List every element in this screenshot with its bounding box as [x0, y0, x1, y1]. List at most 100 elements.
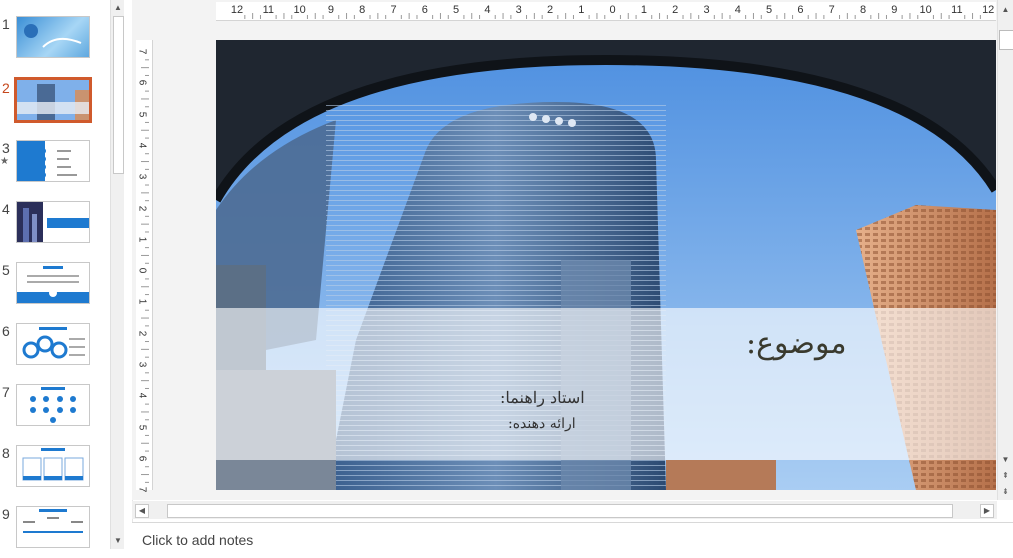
ruler-number: 8 [359, 4, 366, 16]
ruler-number: 6 [136, 455, 148, 462]
slide-thumbnail-5[interactable]: 5 [0, 262, 110, 314]
icon-grid-image [30, 387, 76, 423]
slide-number: 6 [2, 323, 10, 339]
ruler-number: 4 [484, 4, 491, 16]
notes-placeholder[interactable]: Click to add notes [142, 532, 253, 548]
scroll-up-icon[interactable]: ▲ [1000, 4, 1011, 15]
slide-number: 3 [2, 140, 10, 156]
ruler-number: 5 [136, 424, 148, 430]
ruler-number: 11 [951, 4, 963, 16]
slide-preview [16, 323, 90, 365]
ruler-number: 11 [262, 4, 275, 16]
infographic-image [22, 327, 85, 359]
ruler-number: 5 [766, 4, 773, 16]
slide-preview [14, 77, 92, 123]
scroll-left-icon[interactable]: ◀ [135, 504, 149, 518]
scroll-up-icon[interactable]: ▲ [113, 2, 123, 14]
slide-number: 2 [2, 80, 10, 96]
slide-horizontal-scrollbar[interactable]: ◀ ▶ [132, 501, 997, 519]
slide-thumbnail-2[interactable]: 2 [0, 77, 110, 132]
ruler-number: 4 [136, 393, 148, 399]
ruler-number: 0 [609, 4, 616, 16]
section-layout-image [17, 202, 89, 242]
list-layout-image [17, 141, 77, 181]
ruler-number: 2 [136, 205, 148, 211]
ruler-number: 5 [136, 111, 148, 117]
horizontal-ruler[interactable]: 12 11 10 9 8 7 6 5 4 3 2 1 0 1 2 3 4 5 6 7 8 9 10 11 12 [216, 2, 996, 21]
slide-thumbnail-8[interactable]: 8 [0, 445, 110, 497]
slide-preview [16, 201, 90, 243]
ruler-number: 2 [136, 330, 148, 336]
slide-thumbnail-pane: 1 2 3 ★ 4 5 6 7 8 9 [0, 0, 110, 549]
scrollbar-thumb[interactable] [113, 16, 124, 174]
ruler-number: 8 [859, 4, 867, 16]
ruler-number: 7 [136, 48, 148, 55]
timeline-image [23, 509, 83, 533]
ruler-number: 5 [453, 4, 460, 16]
animation-star-icon: ★ [0, 156, 9, 167]
scroll-down-icon[interactable]: ▼ [1000, 454, 1011, 465]
notes-pane[interactable]: Click to add notes [132, 522, 1013, 550]
slide-thumbnail-1[interactable]: 1 [0, 16, 110, 68]
ruler-number: 6 [797, 4, 804, 16]
previous-slide-icon[interactable]: ⇞ [1000, 470, 1011, 481]
slide-canvas[interactable]: موضوع: استاد راهنما: ارائه دهنده: [216, 40, 996, 490]
slide-preview [16, 140, 90, 182]
ruler-number: 2 [672, 4, 679, 16]
ruler-number: 1 [136, 236, 148, 243]
scrollbar-thumb[interactable] [999, 30, 1013, 50]
slide-preview [16, 16, 90, 58]
slide-thumbnail-3[interactable]: 3 ★ [0, 140, 110, 192]
ruler-number: 10 [293, 4, 306, 16]
ruler-number: 1 [640, 4, 647, 16]
slide-preview [16, 262, 90, 304]
vertical-ruler[interactable]: 7 6 5 4 3 2 1 0 1 2 3 4 5 6 7 [136, 40, 153, 493]
ruler-number: 12 [982, 4, 995, 16]
slide-preview [16, 445, 90, 487]
ruler-number: 6 [136, 80, 148, 86]
three-columns-image [22, 448, 84, 481]
ruler-number: 7 [828, 4, 835, 16]
ruler-number: 9 [891, 4, 898, 16]
ruler-number: 3 [136, 173, 148, 180]
slide-preview [16, 384, 90, 426]
slide-thumbnail-4[interactable]: 4 [0, 201, 110, 253]
slide-thumbnail-7[interactable]: 7 [0, 384, 110, 436]
slide-number: 4 [2, 201, 10, 217]
ruler-number: 4 [136, 142, 148, 149]
supervisor-label[interactable]: استاد راهنما: [500, 388, 585, 407]
ruler-number: 0 [136, 267, 148, 274]
ruler-number: 1 [578, 4, 585, 16]
ruler-ticks [141, 59, 149, 483]
ruler-number: 6 [421, 4, 428, 16]
slide-thumbnail-6[interactable]: 6 [0, 323, 110, 375]
content-layout-image [17, 266, 89, 303]
slide-title[interactable]: موضوع: [746, 326, 847, 361]
slide-number: 7 [2, 384, 10, 400]
thumbnail-scrollbar[interactable]: ▲ ▼ [110, 0, 125, 549]
ruler-number: 3 [703, 4, 710, 16]
ruler-number: 7 [136, 486, 148, 493]
slide-number: 9 [2, 506, 10, 522]
presenter-label[interactable]: ارائه دهنده: [508, 416, 576, 432]
ruler-number: 12 [230, 4, 244, 16]
ruler-number: 7 [390, 4, 397, 16]
scroll-right-icon[interactable]: ▶ [980, 504, 994, 518]
title-band [216, 308, 996, 460]
slide-number: 8 [2, 445, 10, 461]
ruler-number: 4 [734, 4, 741, 16]
slide-vertical-scrollbar[interactable]: ▲ ▼ ⇞ ⇟ [997, 0, 1013, 500]
ruler-number: 3 [136, 361, 148, 368]
scrollbar-thumb[interactable] [167, 504, 953, 518]
ruler-number: 9 [327, 4, 334, 16]
building-image [17, 80, 89, 120]
ruler-number: 2 [546, 4, 554, 16]
ruler-number: 10 [919, 4, 932, 16]
slide-thumbnail-9[interactable]: 9 [0, 506, 110, 558]
scroll-down-icon[interactable]: ▼ [113, 535, 123, 547]
calligraphy-image [24, 24, 82, 48]
ruler-number: 3 [515, 4, 522, 16]
slide-number: 5 [2, 262, 10, 278]
slide-preview [16, 506, 90, 548]
next-slide-icon[interactable]: ⇟ [1000, 486, 1011, 497]
